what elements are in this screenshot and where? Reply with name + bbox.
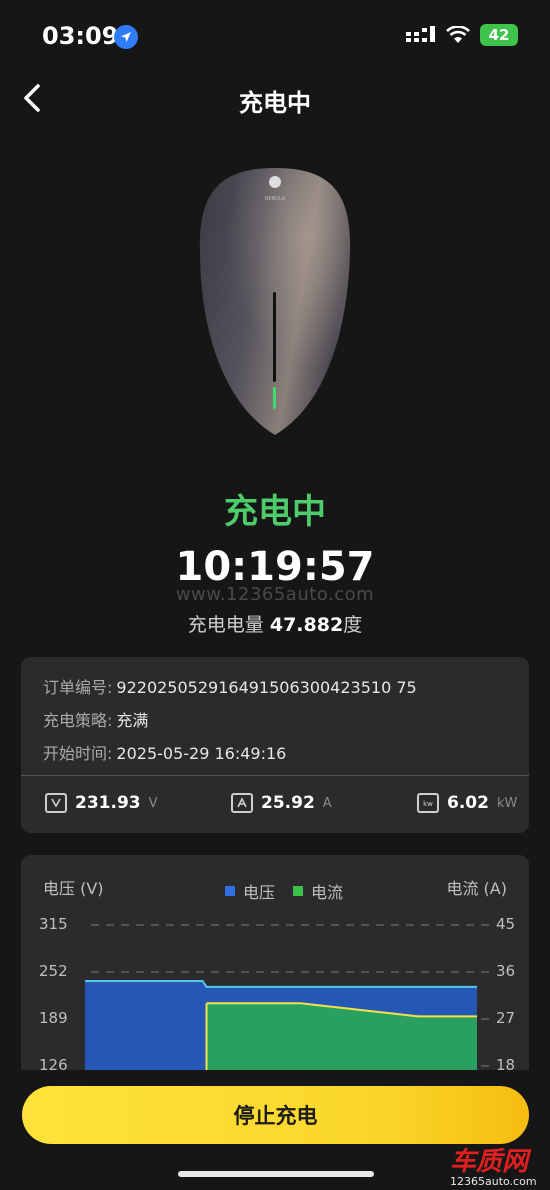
legend-swatch-voltage <box>225 886 235 896</box>
current-metric: 25.92 A <box>231 793 332 813</box>
battery-indicator: 42 <box>480 24 518 46</box>
charging-status: 充电中 <box>224 492 326 532</box>
voltage-icon <box>45 793 67 813</box>
left-tick: 126 <box>39 1056 68 1070</box>
site-logo-url: 12365auto.com <box>450 1175 537 1188</box>
page-title: 充电中 <box>239 89 311 117</box>
site-logo: 车质网 12365auto.com <box>450 1148 542 1188</box>
watermark: www.12365auto.com <box>175 584 375 605</box>
order-number-value: 922025052916491506300423510 75 <box>116 678 417 697</box>
legend-label-current: 电流 <box>311 883 344 902</box>
status-time: 03:09 <box>42 22 119 50</box>
right-tick: 45 <box>496 915 516 933</box>
svg-text:kw: kw <box>423 800 433 808</box>
energy-label: 充电电量 <box>187 614 264 636</box>
location-arrow-icon <box>114 25 138 49</box>
wifi-icon <box>446 26 470 43</box>
legend-swatch-current <box>293 886 304 896</box>
legend-voltage: 电压 <box>225 879 275 903</box>
order-number-row: 订单编号: 922025052916491506300423510 75 <box>43 674 417 698</box>
chart-legend: 电压 电流 <box>225 879 343 903</box>
order-number-label: 订单编号: <box>43 678 113 697</box>
order-info-card: 订单编号: 922025052916491506300423510 75 充电策略… <box>21 657 529 833</box>
strategy-label: 充电策略: <box>43 711 113 730</box>
status-bar: 03:09 42 <box>0 0 550 70</box>
divider <box>21 775 529 776</box>
left-tick: 252 <box>39 962 68 980</box>
right-tick: 27 <box>496 1009 516 1027</box>
charger-image: NEBULA <box>190 162 360 442</box>
energy-unit: 度 <box>343 614 363 636</box>
start-time-value: 2025-05-29 16:49:16 <box>116 744 287 763</box>
status-right: 42 <box>406 24 518 46</box>
voltage-metric: 231.93 V <box>45 793 158 813</box>
voltage-value: 231.93 <box>75 793 141 813</box>
right-tick: 18 <box>496 1056 516 1070</box>
power-icon: kw <box>417 793 439 813</box>
voltage-current-chart: 电压 (V) 电流 (A) 电压 电流 315 252 189 126 45 3… <box>21 855 529 1070</box>
left-axis-title: 电压 (V) <box>43 879 104 898</box>
energy-readout: 充电电量 47.882度 <box>0 610 550 637</box>
site-logo-text: 车质网 <box>450 1147 529 1177</box>
right-tick: 36 <box>496 962 516 980</box>
nav-bar: 充电中 <box>0 70 550 126</box>
power-metric: kw 6.02 kW <box>417 793 517 813</box>
home-indicator <box>178 1171 374 1177</box>
voltage-unit: V <box>148 795 158 811</box>
start-time-label: 开始时间: <box>43 744 113 763</box>
current-icon <box>231 793 253 813</box>
current-unit: A <box>322 795 332 811</box>
strategy-row: 充电策略: 充满 <box>43 707 148 731</box>
strategy-value: 充满 <box>116 711 149 730</box>
right-axis-title: 电流 (A) <box>446 879 507 898</box>
energy-value: 47.882 <box>269 614 344 636</box>
left-tick: 189 <box>39 1009 68 1027</box>
legend-current: 电流 <box>293 879 343 903</box>
power-unit: kW <box>496 795 518 811</box>
start-time-row: 开始时间: 2025-05-29 16:49:16 <box>43 740 286 764</box>
cellular-signal-icon <box>406 26 435 42</box>
power-value: 6.02 <box>447 793 489 813</box>
legend-label-voltage: 电压 <box>243 883 276 902</box>
stop-charging-button[interactable]: 停止充电 <box>22 1086 529 1144</box>
left-tick: 315 <box>39 915 68 933</box>
charger-brand: NEBULA <box>265 196 286 202</box>
current-value: 25.92 <box>261 793 315 813</box>
